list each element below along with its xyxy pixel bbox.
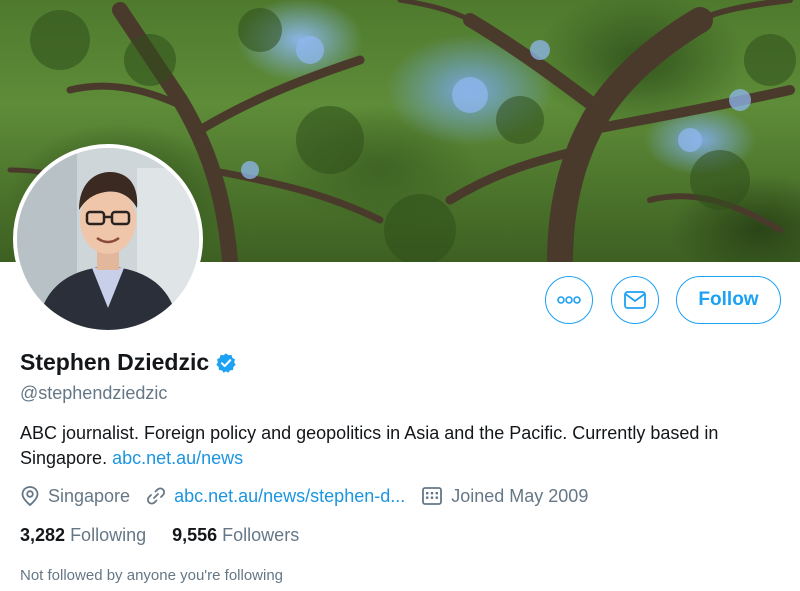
location: Singapore: [20, 485, 130, 507]
following-count[interactable]: 3,282 Following: [20, 525, 146, 546]
social-context: Not followed by anyone you're following: [20, 567, 284, 584]
bio: ABC journalist. Foreign policy and geopo…: [20, 421, 780, 471]
more-icon: [557, 296, 581, 304]
profile-page: Follow Stephen Dziedzic @stephendziedzic…: [0, 0, 800, 591]
following-label: Following: [70, 525, 147, 545]
joined-text: Joined May 2009: [451, 485, 589, 506]
avatar[interactable]: [13, 144, 203, 334]
following-number: 3,282: [20, 525, 66, 545]
profile-meta: Singapore abc.net.au/news/stephen-d... J…: [20, 485, 604, 507]
profile-photo: [17, 148, 199, 330]
name-row: Stephen Dziedzic: [20, 349, 237, 376]
follow-button[interactable]: Follow: [676, 276, 781, 324]
website: abc.net.au/news/stephen-d...: [146, 486, 405, 507]
user-handle: @stephendziedzic: [20, 383, 168, 403]
joined-date: Joined May 2009: [421, 486, 588, 507]
website-link[interactable]: abc.net.au/news/stephen-d...: [174, 486, 405, 507]
message-button[interactable]: [611, 276, 659, 324]
location-pin-icon: [21, 486, 39, 507]
location-text: Singapore: [48, 485, 131, 506]
calendar-icon: [422, 487, 443, 505]
followers-number: 9,556: [172, 525, 218, 545]
link-icon: [147, 487, 166, 505]
follow-counts: 3,282 Following 9,556 Followers: [20, 525, 325, 546]
display-name: Stephen Dziedzic: [20, 349, 210, 375]
followers-label: Followers: [222, 525, 300, 545]
more-button[interactable]: [545, 276, 593, 324]
message-icon: [624, 291, 646, 309]
verified-badge-icon: [216, 352, 236, 373]
bio-link[interactable]: abc.net.au/news: [112, 448, 243, 468]
followers-count[interactable]: 9,556 Followers: [172, 525, 299, 546]
